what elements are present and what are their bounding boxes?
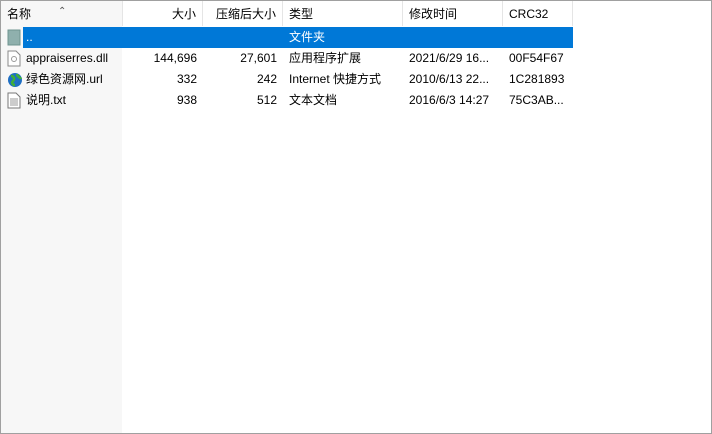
header-packed-size[interactable]: 压缩后大小 bbox=[203, 1, 283, 26]
header-size[interactable]: 大小 bbox=[123, 1, 203, 26]
file-name: .. bbox=[26, 30, 33, 44]
file-row[interactable]: 说明.txt 938 512 文本文档 2016/6/3 14:27 75C3AB... bbox=[1, 90, 573, 111]
file-row[interactable]: .. 文件夹 bbox=[1, 27, 573, 48]
file-name: 绿色资源网.url bbox=[26, 72, 103, 86]
file-packed: 512 bbox=[256, 93, 277, 107]
file-modified: 2021/6/29 16... bbox=[409, 51, 490, 65]
text-file-icon bbox=[7, 92, 21, 109]
file-modified bbox=[403, 27, 503, 48]
file-modified: 2016/6/3 14:27 bbox=[409, 93, 490, 107]
file-size: 144,696 bbox=[153, 51, 197, 65]
header-crc32[interactable]: CRC32 bbox=[503, 1, 573, 26]
header-modified[interactable]: 修改时间 bbox=[403, 1, 503, 26]
sort-ascending-icon: ⌃ bbox=[58, 6, 67, 17]
file-size bbox=[123, 27, 203, 48]
file-type: 应用程序扩展 bbox=[289, 51, 362, 65]
folder-up-icon bbox=[7, 29, 21, 46]
file-row[interactable]: appraiserres.dll 144,696 27,601 应用程序扩展 2021/… bbox=[1, 48, 573, 69]
file-modified: 2010/6/13 22... bbox=[409, 72, 490, 86]
dll-file-icon bbox=[7, 50, 21, 67]
column-header: 名称 ⌃ 大小 压缩后大小 类型 修改时间 CRC32 bbox=[1, 1, 573, 26]
file-crc: 00F54F67 bbox=[509, 51, 564, 65]
file-type: Internet 快捷方式 bbox=[289, 72, 382, 86]
header-type[interactable]: 类型 bbox=[283, 1, 403, 26]
file-crc: 75C3AB... bbox=[509, 93, 564, 107]
file-packed bbox=[203, 27, 283, 48]
file-packed: 242 bbox=[256, 72, 277, 86]
file-type: 文件夹 bbox=[289, 30, 326, 44]
file-size: 938 bbox=[176, 93, 197, 107]
file-size: 332 bbox=[176, 72, 197, 86]
file-crc: 1C281893 bbox=[509, 72, 565, 86]
file-crc bbox=[503, 27, 573, 48]
file-type: 文本文档 bbox=[289, 93, 338, 107]
globe-url-icon bbox=[7, 71, 23, 88]
file-row[interactable]: 绿色资源网.url 332 242 Internet 快捷方式 2010/6/13 22… bbox=[1, 69, 573, 90]
file-name: 说明.txt bbox=[26, 93, 67, 107]
file-name: appraiserres.dll bbox=[26, 51, 109, 65]
header-name[interactable]: 名称 ⌃ bbox=[1, 1, 123, 26]
file-list-window: 名称 ⌃ 大小 压缩后大小 类型 修改时间 CRC32 .. 文件夹 appraise… bbox=[0, 0, 712, 434]
header-name-label: 名称 bbox=[7, 7, 32, 21]
file-packed: 27,601 bbox=[240, 51, 277, 65]
